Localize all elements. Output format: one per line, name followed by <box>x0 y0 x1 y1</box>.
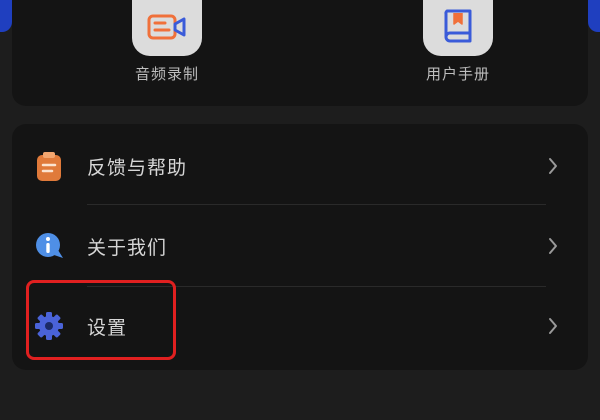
chevron-right-icon <box>549 238 557 254</box>
feedback-help-label: 反馈与帮助 <box>87 157 188 179</box>
audio-recording-tile[interactable] <box>132 0 202 56</box>
menu-item-settings[interactable]: 设置 <box>12 286 588 366</box>
shortcut-user-manual[interactable]: 用户手册 <box>388 0 528 84</box>
user-manual-label: 用户手册 <box>425 65 490 83</box>
shortcut-card: 音频录制 用户手册 <box>12 0 588 106</box>
edge-accent-right <box>588 0 600 32</box>
menu-item-about-us[interactable]: 关于我们 <box>12 206 588 286</box>
menu-divider <box>87 204 546 205</box>
audio-recording-label: 音频录制 <box>134 65 199 83</box>
menu-card: 反馈与帮助 关于我们 设置 <box>12 124 588 370</box>
about-us-label: 关于我们 <box>87 237 168 259</box>
user-manual-tile[interactable] <box>423 0 493 56</box>
settings-label: 设置 <box>87 317 128 339</box>
menu-item-feedback-help[interactable]: 反馈与帮助 <box>12 126 588 206</box>
app-screen: 音频录制 用户手册 反馈与帮助 关于我们 设置 <box>0 0 600 420</box>
info-icon <box>36 233 63 258</box>
edge-accent-left <box>0 0 12 32</box>
shortcut-audio-recording[interactable]: 音频录制 <box>97 0 237 84</box>
video-record-icon <box>147 14 186 40</box>
settings-gear-icon <box>35 312 63 340</box>
chevron-right-icon <box>549 158 557 174</box>
chevron-right-icon <box>549 318 557 334</box>
feedback-clipboard-icon <box>37 152 61 181</box>
manual-book-icon <box>444 9 472 43</box>
